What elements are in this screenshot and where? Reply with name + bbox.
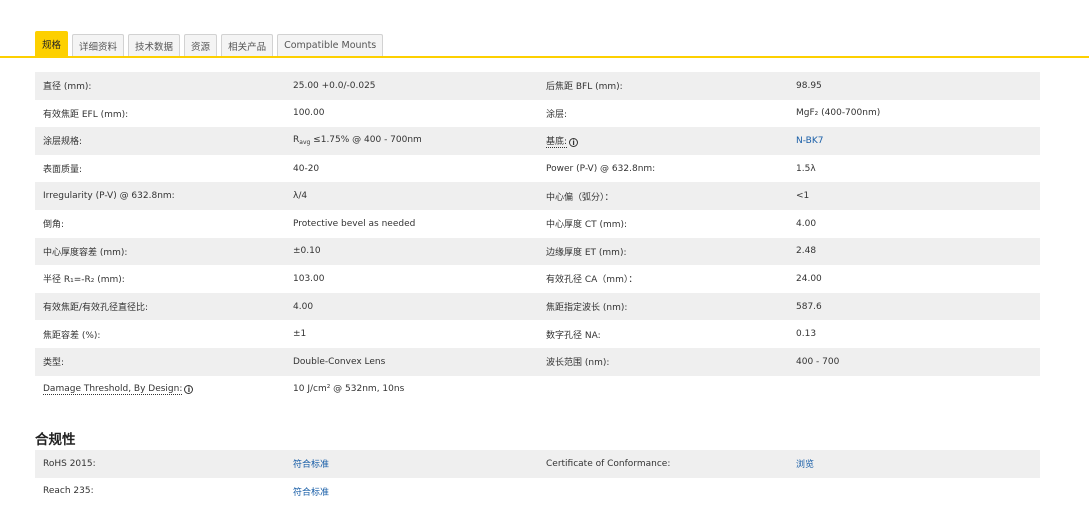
tab-compatible-mounts[interactable]: Compatible Mounts xyxy=(277,34,384,56)
rohs-link[interactable]: 符合标准 xyxy=(293,460,329,470)
spec-label: 后焦距 BFL (mm): xyxy=(538,72,788,100)
spec-value: Double-Convex Lens xyxy=(285,347,538,376)
spec-label: 有效焦距/有效孔径直径比: xyxy=(35,292,285,321)
spec-label: 倒角: xyxy=(43,220,65,231)
spec-value: 4.00 xyxy=(285,292,538,321)
tab-underline xyxy=(0,56,1089,58)
compliance-heading: 合规性 xyxy=(35,432,76,448)
spec-label: 半径 R₁=-R₂ (mm): xyxy=(43,275,125,286)
spec-value: 40-20 xyxy=(293,163,320,174)
spec-value: 4.00 xyxy=(796,218,817,229)
spec-value: Protective bevel as needed xyxy=(293,218,416,229)
substrate-label[interactable]: 基底: xyxy=(546,137,568,149)
compliance-table: RoHS 2015: 符合标准 Certificate of Conforman… xyxy=(35,450,1040,505)
reach-link[interactable]: 符合标准 xyxy=(293,488,329,498)
spec-value: 25.00 +0.0/-0.025 xyxy=(285,72,538,100)
spec-value: 100.00 xyxy=(293,108,325,119)
table-row: 倒角: Protective bevel as needed 中心厚度 CT (… xyxy=(35,210,1040,238)
info-circle-icon[interactable]: i xyxy=(569,138,579,148)
spec-value: 10 J/cm² @ 532nm, 10ns xyxy=(293,384,405,395)
tab-specifications[interactable]: 规格 xyxy=(35,31,69,56)
spec-label xyxy=(538,376,788,404)
table-row: Reach 235: 符合标准 xyxy=(35,478,1040,506)
tab-details[interactable]: 详细资料 xyxy=(72,34,125,56)
table-row: 半径 R₁=-R₂ (mm): 103.00 有效孔径 CA（mm）： 24.0… xyxy=(35,265,1040,293)
spec-value: 1.5λ xyxy=(796,163,816,174)
compliance-label: RoHS 2015: xyxy=(35,450,285,478)
coating-sub: avg xyxy=(299,139,311,147)
spec-label: 数字孔径 NA: xyxy=(546,330,601,341)
table-row: 有效焦距 EFL (mm): 100.00 涂层: MgF₂ (400-700n… xyxy=(35,100,1040,128)
compliance-value: 符合标准 xyxy=(285,450,538,478)
coating-rest: ≤1.75% @ 400 - 700nm xyxy=(310,135,422,146)
spec-value: 98.95 xyxy=(788,72,1040,100)
compliance-label: Certificate of Conformance: xyxy=(538,450,788,478)
table-row: 类型: Double-Convex Lens 波长范围 (nm): 400 - … xyxy=(35,347,1040,376)
spec-label: 中心偏（弧分）： xyxy=(538,182,788,210)
spec-value: 587.6 xyxy=(788,292,1040,321)
spec-value: 103.00 xyxy=(293,273,325,284)
spec-label: Irregularity (P-V) @ 632.8nm: xyxy=(35,182,285,210)
spec-value: 400 - 700 xyxy=(788,347,1040,376)
compliance-value: 浏览 xyxy=(788,450,1040,478)
table-row: Irregularity (P-V) @ 632.8nm: λ/4 中心偏（弧分… xyxy=(35,182,1040,210)
spec-value: 0.13 xyxy=(796,329,817,340)
certificate-view-link[interactable]: 浏览 xyxy=(796,460,814,470)
spec-value: N-BK7 xyxy=(788,127,1040,155)
spec-label: 涂层规格: xyxy=(35,127,285,155)
table-row: RoHS 2015: 符合标准 Certificate of Conforman… xyxy=(35,450,1040,478)
spec-label-damage: Damage Threshold, By Design: i xyxy=(35,376,285,404)
specifications-table: 直径 (mm): 25.00 +0.0/-0.025 后焦距 BFL (mm):… xyxy=(35,72,1040,403)
spec-label: 表面质量: xyxy=(43,165,83,176)
spec-value: MgF₂ (400-700nm) xyxy=(796,108,881,119)
spec-value: λ/4 xyxy=(285,182,538,210)
spec-label: 焦距指定波长 (nm): xyxy=(538,292,788,321)
spec-label: 中心厚度 CT (mm): xyxy=(546,220,628,231)
spec-value: 2.48 xyxy=(788,237,1040,266)
spec-value: 24.00 xyxy=(796,273,822,284)
table-row: Damage Threshold, By Design: i 10 J/cm² @… xyxy=(35,376,1040,404)
spec-label: 焦距容差 (%): xyxy=(43,330,101,341)
spec-label: 直径 (mm): xyxy=(35,72,285,100)
compliance-value xyxy=(788,478,1040,506)
spec-label-substrate: 基底: i xyxy=(538,127,788,155)
spec-label: 有效焦距 EFL (mm): xyxy=(43,109,129,120)
tab-bar: 规格 详细资料 技术数据 资源 相关产品 Compatible Mounts xyxy=(35,31,387,56)
spec-value: ±0.10 xyxy=(285,237,538,266)
spec-label: 涂层: xyxy=(546,109,568,120)
spec-value: <1 xyxy=(788,182,1040,210)
spec-label: 波长范围 (nm): xyxy=(538,347,788,376)
substrate-link[interactable]: N-BK7 xyxy=(796,136,823,146)
compliance-label: Reach 235: xyxy=(43,486,94,497)
damage-threshold-label[interactable]: Damage Threshold, By Design: xyxy=(43,384,183,396)
spec-label: 类型: xyxy=(35,347,285,376)
table-row: 中心厚度容差 (mm): ±0.10 边缘厚度 ET (mm): 2.48 xyxy=(35,237,1040,266)
spec-label: Power (P-V) @ 632.8nm: xyxy=(546,163,656,174)
table-row: 有效焦距/有效孔径直径比: 4.00 焦距指定波长 (nm): 587.6 xyxy=(35,292,1040,321)
spec-value xyxy=(788,376,1040,404)
table-row: 直径 (mm): 25.00 +0.0/-0.025 后焦距 BFL (mm):… xyxy=(35,72,1040,100)
table-row: 表面质量: 40-20 Power (P-V) @ 632.8nm: 1.5λ xyxy=(35,155,1040,183)
tab-related-products[interactable]: 相关产品 xyxy=(221,34,274,56)
compliance-value: 符合标准 xyxy=(285,478,538,506)
spec-label: 中心厚度容差 (mm): xyxy=(35,237,285,266)
spec-value: ±1 xyxy=(293,329,307,340)
table-row: 涂层规格: Ravg ≤1.75% @ 400 - 700nm 基底: i N-B… xyxy=(35,127,1040,155)
spec-label: 边缘厚度 ET (mm): xyxy=(538,237,788,266)
table-row: 焦距容差 (%): ±1 数字孔径 NA: 0.13 xyxy=(35,320,1040,348)
spec-label: 有效孔径 CA（mm）： xyxy=(546,275,638,286)
spec-value: Ravg ≤1.75% @ 400 - 700nm xyxy=(285,127,538,155)
compliance-label xyxy=(538,478,788,506)
tab-resources[interactable]: 资源 xyxy=(184,34,218,56)
info-circle-icon[interactable]: i xyxy=(184,385,194,395)
tab-technical-data[interactable]: 技术数据 xyxy=(128,34,181,56)
